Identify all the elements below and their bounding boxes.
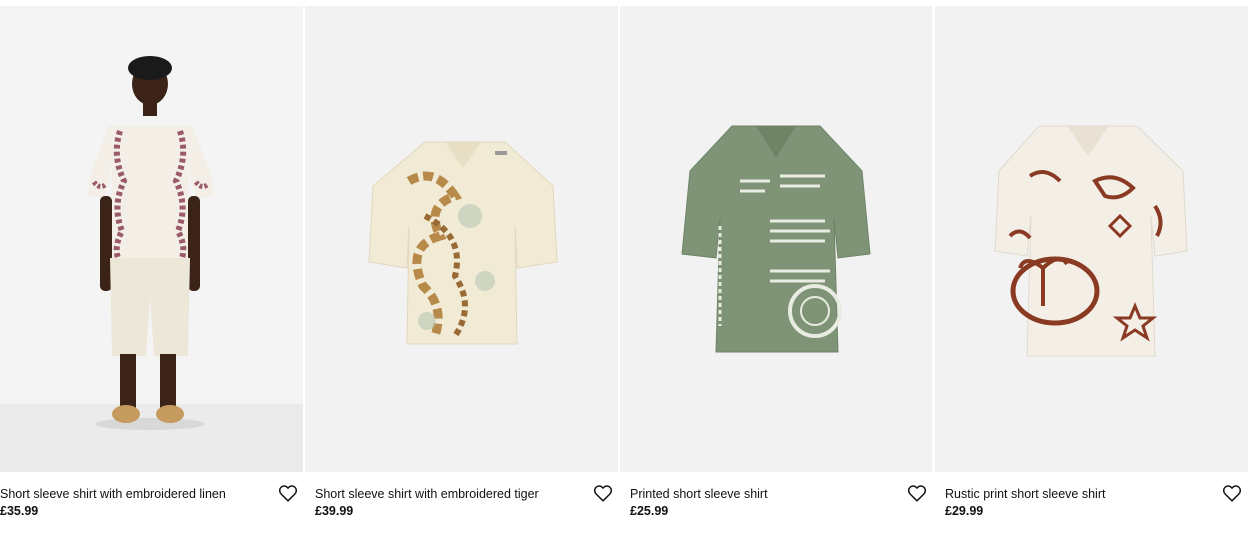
product-name[interactable]: Short sleeve shirt with embroidered tige… [315, 486, 539, 502]
tiger-shirt-photo [305, 6, 618, 472]
product-price: £35.99 [0, 504, 39, 518]
product-image[interactable] [935, 6, 1248, 472]
product-price: £39.99 [315, 504, 354, 518]
model-photo [0, 6, 303, 472]
product-name[interactable]: Short sleeve shirt with embroidered line… [0, 486, 226, 502]
product-name[interactable]: Printed short sleeve shirt [630, 486, 768, 502]
heart-outline-icon[interactable] [906, 482, 928, 504]
product-price: £29.99 [945, 504, 984, 518]
product-name[interactable]: Rustic print short sleeve shirt [945, 486, 1105, 502]
product-image[interactable] [305, 6, 618, 472]
heart-outline-icon[interactable] [1221, 482, 1243, 504]
product-price: £25.99 [630, 504, 669, 518]
product-image[interactable] [620, 6, 932, 472]
printed-shirt-photo [620, 6, 932, 472]
heart-outline-icon[interactable] [277, 482, 299, 504]
heart-outline-icon[interactable] [592, 482, 614, 504]
product-grid: Short sleeve shirt with embroidered line… [0, 0, 1249, 537]
product-image[interactable] [0, 6, 303, 472]
rustic-shirt-photo [935, 6, 1248, 472]
